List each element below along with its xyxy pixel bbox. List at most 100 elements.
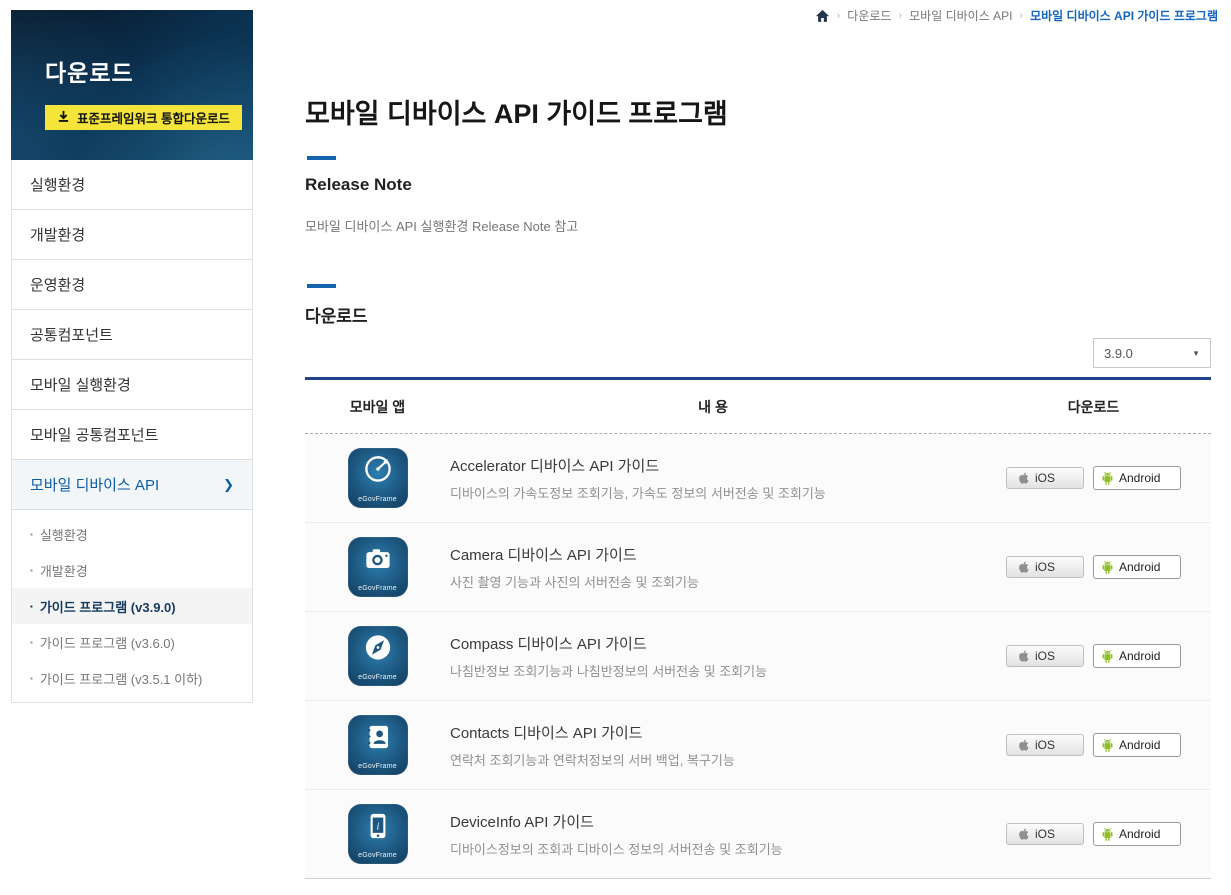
app-description: 디바이스정보의 조회과 디바이스 정보의 서버전송 및 조회기능 — [450, 839, 976, 858]
contacts-app-icon: eGovFrame — [348, 715, 408, 775]
android-download-button[interactable]: Android — [1093, 644, 1181, 668]
gauge-app-icon: eGovFrame — [348, 448, 408, 508]
ios-button-label: iOS — [1035, 827, 1055, 841]
ios-button-label: iOS — [1035, 471, 1055, 485]
app-title: DeviceInfo API 가이드 — [450, 811, 976, 832]
ios-button-label: iOS — [1035, 738, 1055, 752]
header-mobile-app: 모바일 앱 — [305, 397, 450, 417]
egovframe-caption: eGovFrame — [348, 585, 408, 592]
deviceinfo-icon: i — [348, 807, 408, 845]
egovframe-caption: eGovFrame — [348, 763, 408, 770]
sidebar-menu-label: 모바일 공통컴포넌트 — [30, 424, 158, 445]
deviceinfo-app-icon: i eGovFrame — [348, 804, 408, 864]
android-download-button[interactable]: Android — [1093, 733, 1181, 757]
sidebar-menu-label: 모바일 실행환경 — [30, 374, 131, 395]
ios-download-button[interactable]: iOS — [1006, 467, 1084, 489]
sidebar-nav: 실행환경 ❯ 개발환경 ❯ 운영환경 ❯ 공통컴포넌트 ❯ 모바일 실행환경 ❯… — [11, 160, 253, 703]
android-download-button[interactable]: Android — [1093, 466, 1181, 490]
breadcrumb: › 다운로드 › 모바일 디바이스 API › 모바일 디바이스 API 가이드… — [815, 7, 1218, 24]
app-description: 디바이스의 가속도정보 조회기능, 가속도 정보의 서버전송 및 조회기능 — [450, 483, 976, 502]
ios-download-button[interactable]: iOS — [1006, 645, 1084, 667]
table-header: 모바일 앱 내 용 다운로드 — [305, 380, 1211, 434]
apple-icon — [1017, 827, 1029, 841]
release-note-body: 모바일 디바이스 API 실행환경 Release Note 참고 — [305, 216, 578, 235]
breadcrumb-current: 모바일 디바이스 API 가이드 프로그램 — [1030, 7, 1218, 24]
sidebar-menu-item[interactable]: 모바일 공통컴포넌트 ❯ — [12, 410, 252, 460]
app-title: Compass 디바이스 API 가이드 — [450, 633, 976, 654]
android-icon — [1101, 471, 1114, 486]
egovframe-caption: eGovFrame — [348, 852, 408, 859]
sidebar-sub-item[interactable]: ▪ 개발환경 — [12, 552, 252, 588]
compass-app-icon: eGovFrame — [348, 626, 408, 686]
contacts-icon — [348, 718, 408, 756]
breadcrumb-item[interactable]: 다운로드 — [847, 7, 891, 24]
android-icon — [1101, 827, 1114, 842]
version-select[interactable]: 3.9.0 ▼ — [1093, 338, 1211, 368]
bullet-icon: ▪ — [30, 566, 33, 575]
page-title: 모바일 디바이스 API 가이드 프로그램 — [305, 92, 728, 131]
framework-download-label: 표준프레임워크 통합다운로드 — [77, 108, 230, 127]
bullet-icon: ▪ — [30, 674, 33, 683]
ios-button-label: iOS — [1035, 649, 1055, 663]
android-button-label: Android — [1119, 560, 1160, 574]
sidebar-menu-label: 실행환경 — [30, 174, 85, 195]
table-row: eGovFrame Accelerator 디바이스 API 가이드 디바이스의… — [305, 434, 1211, 523]
sidebar-menu-item[interactable]: 모바일 디바이스 API ❯ — [12, 460, 252, 510]
table-row: i eGovFrame DeviceInfo API 가이드 디바이스정보의 조… — [305, 790, 1211, 879]
breadcrumb-separator: › — [898, 10, 902, 22]
compass-icon — [348, 629, 408, 667]
apple-icon — [1017, 649, 1029, 663]
table-row: eGovFrame Camera 디바이스 API 가이드 사진 촬영 기능과 … — [305, 523, 1211, 612]
android-button-label: Android — [1119, 827, 1160, 841]
sidebar-sub-item[interactable]: ▪ 가이드 프로그램 (v3.9.0) — [12, 588, 252, 624]
sidebar-sub-item[interactable]: ▪ 실행환경 — [12, 516, 252, 552]
bullet-icon: ▪ — [30, 638, 33, 647]
camera-app-icon: eGovFrame — [348, 537, 408, 597]
sidebar-sub-item[interactable]: ▪ 가이드 프로그램 (v3.5.1 이하) — [12, 660, 252, 696]
sidebar-sub-item[interactable]: ▪ 가이드 프로그램 (v3.6.0) — [12, 624, 252, 660]
android-icon — [1101, 649, 1114, 664]
sidebar-menu-label: 공통컴포넌트 — [30, 324, 113, 345]
ios-download-button[interactable]: iOS — [1006, 556, 1084, 578]
sidebar-menu-item[interactable]: 실행환경 ❯ — [12, 160, 252, 210]
apple-icon — [1017, 560, 1029, 574]
camera-icon — [348, 540, 408, 578]
download-icon — [57, 110, 70, 126]
table-row: eGovFrame Contacts 디바이스 API 가이드 연락처 조회기능… — [305, 701, 1211, 790]
section-tick — [307, 156, 336, 160]
egovframe-caption: eGovFrame — [348, 496, 408, 503]
ios-download-button[interactable]: iOS — [1006, 734, 1084, 756]
app-description: 연락처 조회기능과 연락처정보의 서버 백업, 복구기능 — [450, 750, 976, 769]
sidebar-menu-label: 개발환경 — [30, 224, 85, 245]
home-icon[interactable] — [815, 9, 830, 23]
ios-download-button[interactable]: iOS — [1006, 823, 1084, 845]
egovframe-caption: eGovFrame — [348, 674, 408, 681]
android-download-button[interactable]: Android — [1093, 555, 1181, 579]
sidebar-menu-item[interactable]: 공통컴포넌트 ❯ — [12, 310, 252, 360]
sidebar-menu-item[interactable]: 모바일 실행환경 ❯ — [12, 360, 252, 410]
gauge-icon — [348, 451, 408, 489]
header-download: 다운로드 — [976, 397, 1211, 417]
section-tick — [307, 284, 336, 288]
app-description: 나침반정보 조회기능과 나침반정보의 서버전송 및 조회기능 — [450, 661, 976, 680]
sidebar-header: 다운로드 표준프레임워크 통합다운로드 — [11, 10, 253, 160]
app-description: 사진 촬영 기능과 사진의 서버전송 및 조회기능 — [450, 572, 976, 591]
android-download-button[interactable]: Android — [1093, 822, 1181, 846]
app-title: Accelerator 디바이스 API 가이드 — [450, 455, 976, 476]
android-button-label: Android — [1119, 738, 1160, 752]
sidebar-menu-item[interactable]: 운영환경 ❯ — [12, 260, 252, 310]
table-row: eGovFrame Compass 디바이스 API 가이드 나침반정보 조회기… — [305, 612, 1211, 701]
download-table: 모바일 앱 내 용 다운로드 eGovFrame Accelerator 디바이… — [305, 377, 1211, 879]
sidebar-menu-label: 운영환경 — [30, 274, 85, 295]
sidebar-sub-label: 가이드 프로그램 (v3.6.0) — [40, 633, 175, 652]
bullet-icon: ▪ — [30, 602, 33, 611]
sidebar-title: 다운로드 — [45, 54, 253, 88]
android-button-label: Android — [1119, 649, 1160, 663]
chevron-right-icon: ❯ — [223, 477, 234, 493]
app-title: Camera 디바이스 API 가이드 — [450, 544, 976, 565]
apple-icon — [1017, 738, 1029, 752]
framework-download-button[interactable]: 표준프레임워크 통합다운로드 — [45, 105, 242, 130]
sidebar-menu-item[interactable]: 개발환경 ❯ — [12, 210, 252, 260]
android-button-label: Android — [1119, 471, 1160, 485]
breadcrumb-item[interactable]: 모바일 디바이스 API — [909, 7, 1012, 24]
